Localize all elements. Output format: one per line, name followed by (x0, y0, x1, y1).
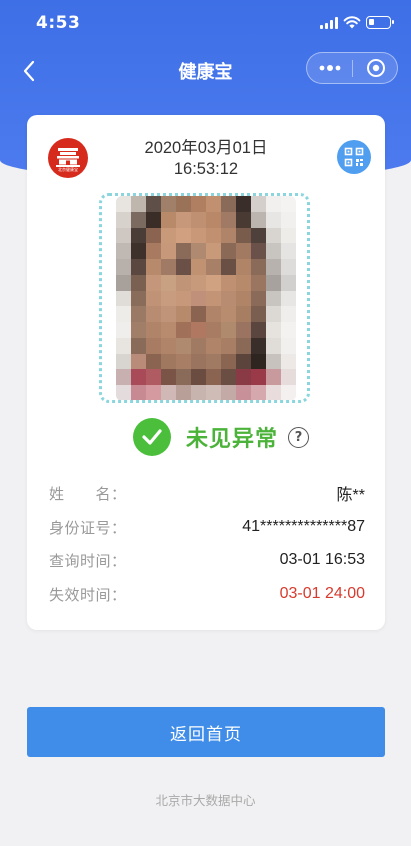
info-row-expire-time: 失效时间： 03-01 24:00 (49, 582, 365, 606)
capsule-menu (306, 52, 398, 84)
more-dots-icon (319, 65, 341, 71)
footer-text: 北京市大数据中心 (155, 793, 256, 808)
question-icon[interactable]: ? (288, 426, 310, 448)
target-close-icon (366, 59, 385, 77)
info-label: 失效时间： (49, 585, 127, 604)
tiananmen-logo-icon: 北京健康宝 (48, 138, 88, 178)
wifi-icon (343, 16, 361, 29)
return-home-button[interactable]: 返回首页 (27, 707, 385, 757)
logo-text: 北京健康宝 (58, 167, 78, 172)
check-icon (133, 418, 171, 456)
cellular-signal-icon (320, 17, 338, 29)
photo-frame (99, 193, 310, 403)
info-label: 查询时间： (49, 551, 127, 570)
health-code-card: 北京健康宝 2020年03月01日 16:53:12 未见异常 ? 姓 名： 陈… (27, 115, 385, 630)
battery-icon (366, 16, 394, 29)
query-time: 16:53:12 (173, 160, 239, 178)
status-text: 未见异常 (186, 427, 279, 452)
info-label: 身份证号： (49, 518, 127, 537)
info-row-name: 姓 名： 陈** (49, 481, 365, 505)
more-button[interactable] (307, 53, 353, 83)
info-value: 03-01 16:53 (279, 551, 365, 568)
info-label: 姓 名： (49, 484, 127, 503)
health-status: 未见异常 ? (133, 417, 310, 457)
query-date: 2020年03月01日 (144, 139, 268, 157)
qr-code-button[interactable] (337, 140, 371, 174)
qr-code-icon (344, 147, 364, 167)
info-value: 陈** (336, 487, 365, 504)
query-datetime: 2020年03月01日 16:53:12 (106, 138, 306, 180)
status-time: 4:53 (36, 13, 81, 33)
status-bar: 4:53 (0, 0, 411, 46)
close-miniapp-button[interactable] (353, 53, 398, 83)
info-row-query-time: 查询时间： 03-01 16:53 (49, 548, 365, 572)
info-value: 03-01 24:00 (279, 585, 365, 602)
info-row-id-number: 身份证号： 41**************87 (49, 515, 365, 539)
info-value: 41**************87 (242, 518, 365, 535)
user-photo-pixelated (116, 196, 296, 400)
